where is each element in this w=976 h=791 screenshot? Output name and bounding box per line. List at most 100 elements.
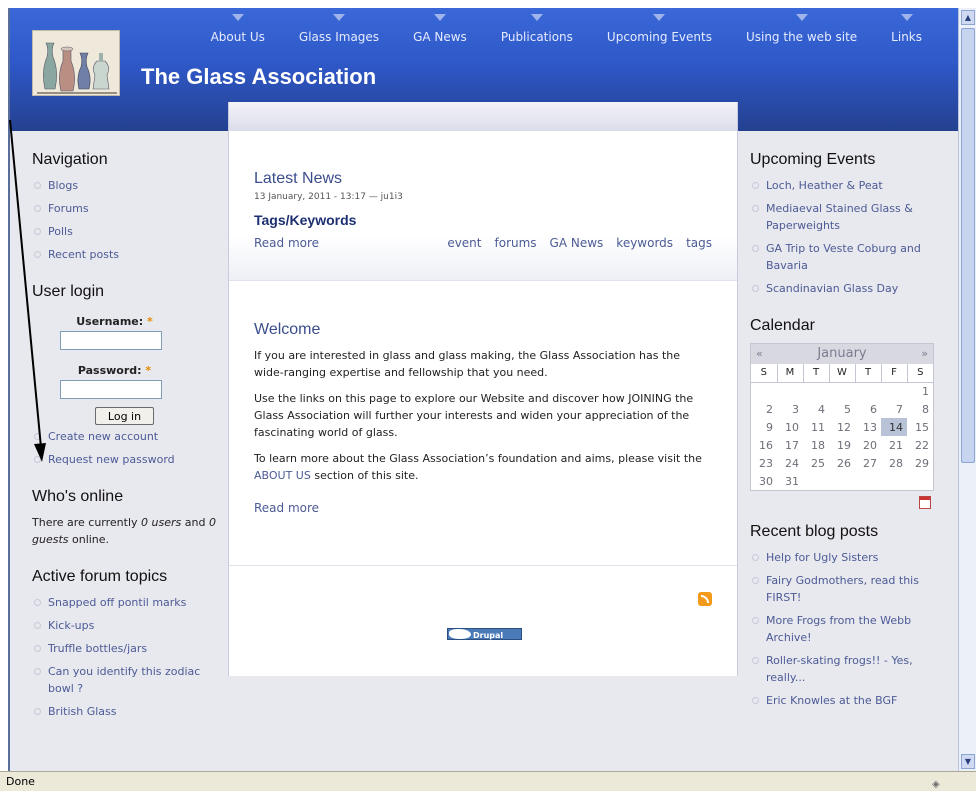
calendar-day[interactable]: 14 xyxy=(881,418,907,436)
tag-ga-news[interactable]: GA News xyxy=(550,236,604,250)
calendar-day[interactable]: 3 xyxy=(777,400,803,418)
forum-topic-item[interactable]: Snapped off pontil marks xyxy=(32,594,214,611)
calendar-day[interactable]: 6 xyxy=(855,400,881,418)
calendar-day[interactable]: 4 xyxy=(803,400,829,418)
about-us-inline-link[interactable]: ABOUT US xyxy=(254,469,311,482)
forum-topic-item[interactable]: Can you identify this zodiac bowl ? xyxy=(32,663,214,697)
tag-forums[interactable]: forums xyxy=(495,236,537,250)
calendar-day[interactable]: 28 xyxy=(881,454,907,472)
calendar-day[interactable]: 29 xyxy=(907,454,933,472)
scroll-up-arrow-icon[interactable]: ▲ xyxy=(961,10,975,25)
forum-topic-item[interactable]: Truffle bottles/jars xyxy=(32,640,214,657)
site-logo[interactable] xyxy=(32,30,120,96)
nav-links[interactable]: Links xyxy=(891,8,922,48)
user-login-block: User login Username: * Password: * Log i… xyxy=(32,283,228,468)
password-input[interactable] xyxy=(60,380,162,399)
welcome-paragraph: If you are interested in glass and glass… xyxy=(254,349,681,379)
forum-topic-item[interactable]: British Glass xyxy=(32,703,214,720)
blog-post-item[interactable]: Help for Ugly Sisters xyxy=(750,549,936,566)
latest-news-title[interactable]: Latest News xyxy=(254,170,712,188)
scrollbar-thumb[interactable] xyxy=(961,28,975,463)
calendar-day[interactable]: 16 xyxy=(751,436,777,454)
tag-event[interactable]: event xyxy=(447,236,481,250)
security-zone-icon: ◈ xyxy=(932,779,940,790)
browser-status-bar: Done ◈ xyxy=(0,771,976,791)
main-content-cap xyxy=(228,102,738,132)
ical-icon[interactable] xyxy=(919,496,931,509)
tag-keywords[interactable]: keywords xyxy=(616,236,673,250)
nav-publications[interactable]: Publications xyxy=(501,8,573,48)
calendar-day[interactable]: 27 xyxy=(855,454,881,472)
news-tags: event forums GA News keywords tags xyxy=(434,236,712,250)
password-label: Password: * xyxy=(77,364,152,377)
status-text: Done xyxy=(6,775,35,788)
nav-using-web-site[interactable]: Using the web site xyxy=(746,8,857,48)
nav-item-recent-posts[interactable]: Recent posts xyxy=(32,246,228,263)
page: About Us Glass Images GA News Publicatio… xyxy=(10,8,958,771)
calendar-day[interactable]: 19 xyxy=(829,436,855,454)
username-input[interactable] xyxy=(60,331,162,350)
browser-top-edge xyxy=(0,0,976,8)
drupal-badge[interactable]: Drupal xyxy=(447,628,522,640)
navigation-heading: Navigation xyxy=(32,151,108,168)
calendar-day[interactable]: 11 xyxy=(803,418,829,436)
nav-ga-news[interactable]: GA News xyxy=(413,8,467,48)
request-password-link[interactable]: Request new password xyxy=(32,451,228,468)
welcome-title[interactable]: Welcome xyxy=(254,321,712,339)
event-item[interactable]: Mediaeval Stained Glass & Paperweights xyxy=(750,200,938,234)
tags-keywords-title[interactable]: Tags/Keywords xyxy=(254,212,712,228)
blog-post-item[interactable]: Roller-skating frogs!! - Yes, really... xyxy=(750,652,936,686)
login-button[interactable]: Log in xyxy=(95,407,154,425)
calendar-day[interactable]: 30 xyxy=(751,472,777,490)
event-item[interactable]: Loch, Heather & Peat xyxy=(750,177,938,194)
latest-news-node: Latest News 13 January, 2011 - 13:17 — j… xyxy=(229,131,737,281)
whos-online-text: There are currently 0 users and 0 guests… xyxy=(32,516,216,546)
calendar-prev-button[interactable]: « xyxy=(756,344,763,364)
calendar-day[interactable]: 5 xyxy=(829,400,855,418)
calendar-day[interactable]: 9 xyxy=(751,418,777,436)
calendar-day[interactable]: 25 xyxy=(803,454,829,472)
calendar-day[interactable]: 17 xyxy=(777,436,803,454)
create-account-link[interactable]: Create new account xyxy=(32,428,228,445)
required-mark: * xyxy=(147,315,153,328)
vertical-scrollbar[interactable]: ▲ ▼ xyxy=(958,8,976,771)
event-item[interactable]: Scandinavian Glass Day xyxy=(750,280,938,297)
calendar-day[interactable]: 22 xyxy=(907,436,933,454)
calendar-day[interactable]: 31 xyxy=(777,472,803,490)
nav-about-us[interactable]: About Us xyxy=(211,8,265,48)
site-name[interactable]: The Glass Association xyxy=(141,64,376,90)
blog-post-item[interactable]: Eric Knowles at the BGF xyxy=(750,692,936,709)
calendar-day[interactable]: 1 xyxy=(907,382,933,400)
calendar-weekday: S xyxy=(751,364,778,383)
tag-tags[interactable]: tags xyxy=(686,236,712,250)
news-read-more-link[interactable]: Read more xyxy=(254,236,319,250)
calendar-next-button[interactable]: » xyxy=(921,344,928,364)
calendar-weekday: M xyxy=(777,364,804,383)
upcoming-events-block: Upcoming Events Loch, Heather & Peat Med… xyxy=(750,151,958,297)
calendar-day[interactable]: 12 xyxy=(829,418,855,436)
calendar-day[interactable]: 20 xyxy=(855,436,881,454)
calendar-day[interactable]: 13 xyxy=(855,418,881,436)
calendar-day[interactable]: 2 xyxy=(751,400,777,418)
calendar-day[interactable]: 7 xyxy=(881,400,907,418)
calendar-day[interactable]: 21 xyxy=(881,436,907,454)
calendar-day[interactable]: 10 xyxy=(777,418,803,436)
calendar-day[interactable]: 23 xyxy=(751,454,777,472)
rss-feed-icon[interactable] xyxy=(698,592,712,606)
calendar-day[interactable]: 24 xyxy=(777,454,803,472)
calendar-day[interactable]: 8 xyxy=(907,400,933,418)
nav-item-blogs[interactable]: Blogs xyxy=(32,177,228,194)
forum-topic-item[interactable]: Kick-ups xyxy=(32,617,214,634)
event-item[interactable]: GA Trip to Veste Coburg and Bavaria xyxy=(750,240,938,274)
nav-item-forums[interactable]: Forums xyxy=(32,200,228,217)
calendar-day[interactable]: 18 xyxy=(803,436,829,454)
calendar-day[interactable]: 26 xyxy=(829,454,855,472)
calendar-day[interactable]: 15 xyxy=(907,418,933,436)
blog-post-item[interactable]: Fairy Godmothers, read this FIRST! xyxy=(750,572,936,606)
scroll-down-arrow-icon[interactable]: ▼ xyxy=(961,754,975,769)
welcome-read-more-link[interactable]: Read more xyxy=(254,501,712,515)
nav-upcoming-events[interactable]: Upcoming Events xyxy=(607,8,712,48)
nav-item-polls[interactable]: Polls xyxy=(32,223,228,240)
nav-glass-images[interactable]: Glass Images xyxy=(299,8,379,48)
blog-post-item[interactable]: More Frogs from the Webb Archive! xyxy=(750,612,936,646)
